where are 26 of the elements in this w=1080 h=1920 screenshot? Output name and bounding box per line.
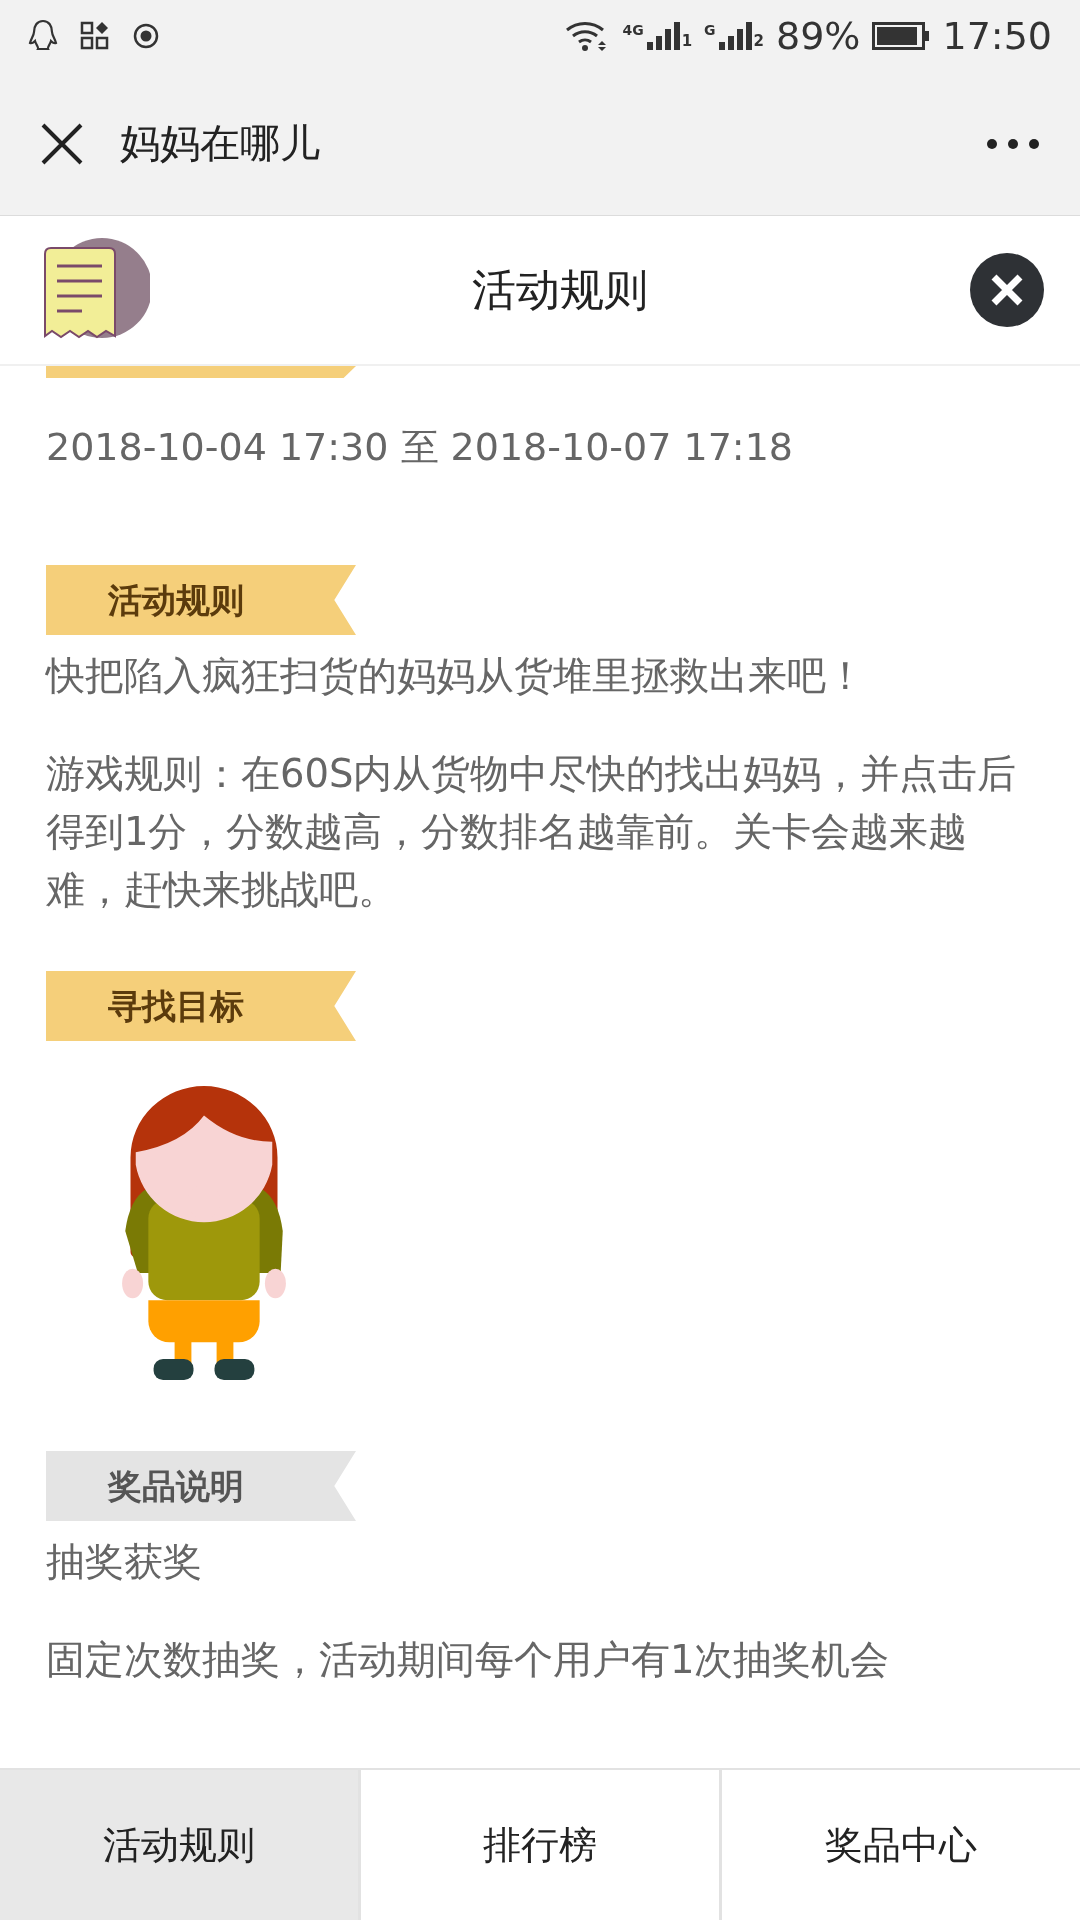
battery-percent: 89% xyxy=(776,14,861,58)
rule-text: 抽奖获奖 xyxy=(46,1538,203,1586)
page-title: 妈妈在哪儿 xyxy=(120,119,321,168)
battery-icon xyxy=(872,22,931,50)
dialog-title: 活动规则 xyxy=(471,262,649,317)
network-label: G xyxy=(704,22,716,38)
more-icon[interactable] xyxy=(986,137,1040,150)
section-heading: 奖品说明 xyxy=(46,1451,356,1521)
penguin-icon xyxy=(28,19,58,53)
signal-icon xyxy=(717,22,752,50)
rule-text: 快把陷入疯狂扫货的妈妈从货堆里拯救出来吧！ xyxy=(46,652,866,700)
close-icon[interactable] xyxy=(40,121,84,166)
tab[interactable]: 活动规则 xyxy=(0,1770,358,1920)
network-label: 4G xyxy=(622,22,644,38)
record-icon xyxy=(132,22,160,50)
activity-period: 2018-10-04 17:30 至 2018-10-07 17:18 xyxy=(46,424,794,471)
close-icon[interactable] xyxy=(970,253,1044,327)
sim-number: 1 xyxy=(681,32,693,50)
rule-text: 游戏规则：在60S内从货物中尽快的找出妈妈，并点击后得到1分，分数越高，分数排名越靠前。关卡会越来越难，赶快来挑战吧。 xyxy=(46,750,1018,914)
apps-icon xyxy=(80,21,110,51)
signal-icon xyxy=(645,22,680,50)
rule-text: 固定次数抽奖，活动期间每个用户有1次抽奖机会 xyxy=(46,1636,891,1684)
clock: 17:50 xyxy=(942,14,1052,58)
section-heading: 活动规则 xyxy=(46,565,356,635)
sim-number: 2 xyxy=(753,32,764,50)
section-heading: 寻找目标 xyxy=(46,971,356,1041)
